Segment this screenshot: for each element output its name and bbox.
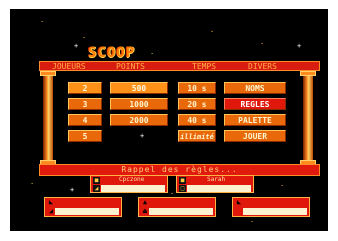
player-score-field (243, 208, 307, 215)
star: . (170, 188, 175, 196)
player-score-field (187, 185, 251, 192)
points-option-1000[interactable]: 1000 (110, 98, 168, 110)
player-square-icon: □ (179, 185, 186, 192)
player-panel-4[interactable]: ▲ ⏏ (138, 197, 216, 217)
right-pillar (303, 72, 313, 164)
corner-icon: ◣ (236, 198, 242, 206)
player-name: Cpczone (119, 176, 145, 183)
left-pillar (43, 72, 53, 164)
palette-button[interactable]: PALETTE (224, 114, 286, 126)
player-panel-5[interactable]: ◣ (232, 197, 310, 217)
star: + (140, 132, 145, 140)
points-option-500[interactable]: 500 (110, 82, 168, 94)
players-option-5[interactable]: 5 (68, 130, 102, 142)
player-score-field (55, 208, 119, 215)
star: + (70, 186, 75, 194)
time-option-10s[interactable]: 10 s (178, 82, 216, 94)
time-option-20s[interactable]: 20 s (178, 98, 216, 110)
star: . (210, 26, 215, 34)
player-flag-icon: ■ (179, 177, 186, 184)
menu-bar: JOUEURS POINTS TEMPS DIVERS (39, 61, 320, 71)
star: . (150, 48, 155, 56)
game-screen: . . + . + . . . + . + . + . SCOOP JOUEUR… (10, 9, 328, 231)
players-option-3[interactable]: 3 (68, 98, 102, 110)
noms-button[interactable]: NOMS (224, 82, 286, 94)
star: . (250, 216, 255, 224)
menu-temps[interactable]: TEMPS (192, 62, 216, 71)
menu-divers[interactable]: DIVERS (248, 62, 277, 71)
player-pencil-icon: ◢ (93, 185, 100, 192)
players-option-4[interactable]: 4 (68, 114, 102, 126)
player-score-field (149, 208, 213, 215)
star: + (297, 42, 302, 50)
house-icon: ▲ (142, 198, 148, 206)
time-option-illimite[interactable]: illimité (178, 130, 216, 142)
star: + (74, 42, 79, 50)
player-panel-3[interactable]: ◣ ◢ (44, 197, 122, 217)
players-option-2[interactable]: 2 (68, 82, 102, 94)
arrow-icon: ◣ (48, 198, 54, 206)
player-name: Sarah (207, 176, 226, 183)
regles-button[interactable]: REGLES (224, 98, 286, 110)
menu-joueurs[interactable]: JOUEURS (52, 62, 86, 71)
star: . (40, 16, 45, 24)
scoop-logo: SCOOP (88, 45, 136, 61)
player-panel-1[interactable]: ■ Cpczone ◢ (90, 175, 168, 193)
left-pillar-cap (40, 71, 56, 76)
time-option-40s[interactable]: 40 s (178, 114, 216, 126)
right-pillar-cap (300, 71, 316, 76)
player-panel-2[interactable]: ■ Sarah □ (176, 175, 254, 193)
jouer-button[interactable]: JOUER (224, 130, 286, 142)
menu-points[interactable]: POINTS (116, 62, 145, 71)
star: . (30, 178, 35, 186)
player-flag-icon: ■ (93, 177, 100, 184)
star: . (82, 32, 87, 40)
points-option-2000[interactable]: 2000 (110, 114, 168, 126)
player-score-field (101, 185, 165, 192)
star: . (260, 38, 265, 46)
star: . (280, 180, 285, 188)
pencil-icon: ◢ (48, 207, 54, 215)
eject-icon: ⏏ (142, 207, 148, 215)
